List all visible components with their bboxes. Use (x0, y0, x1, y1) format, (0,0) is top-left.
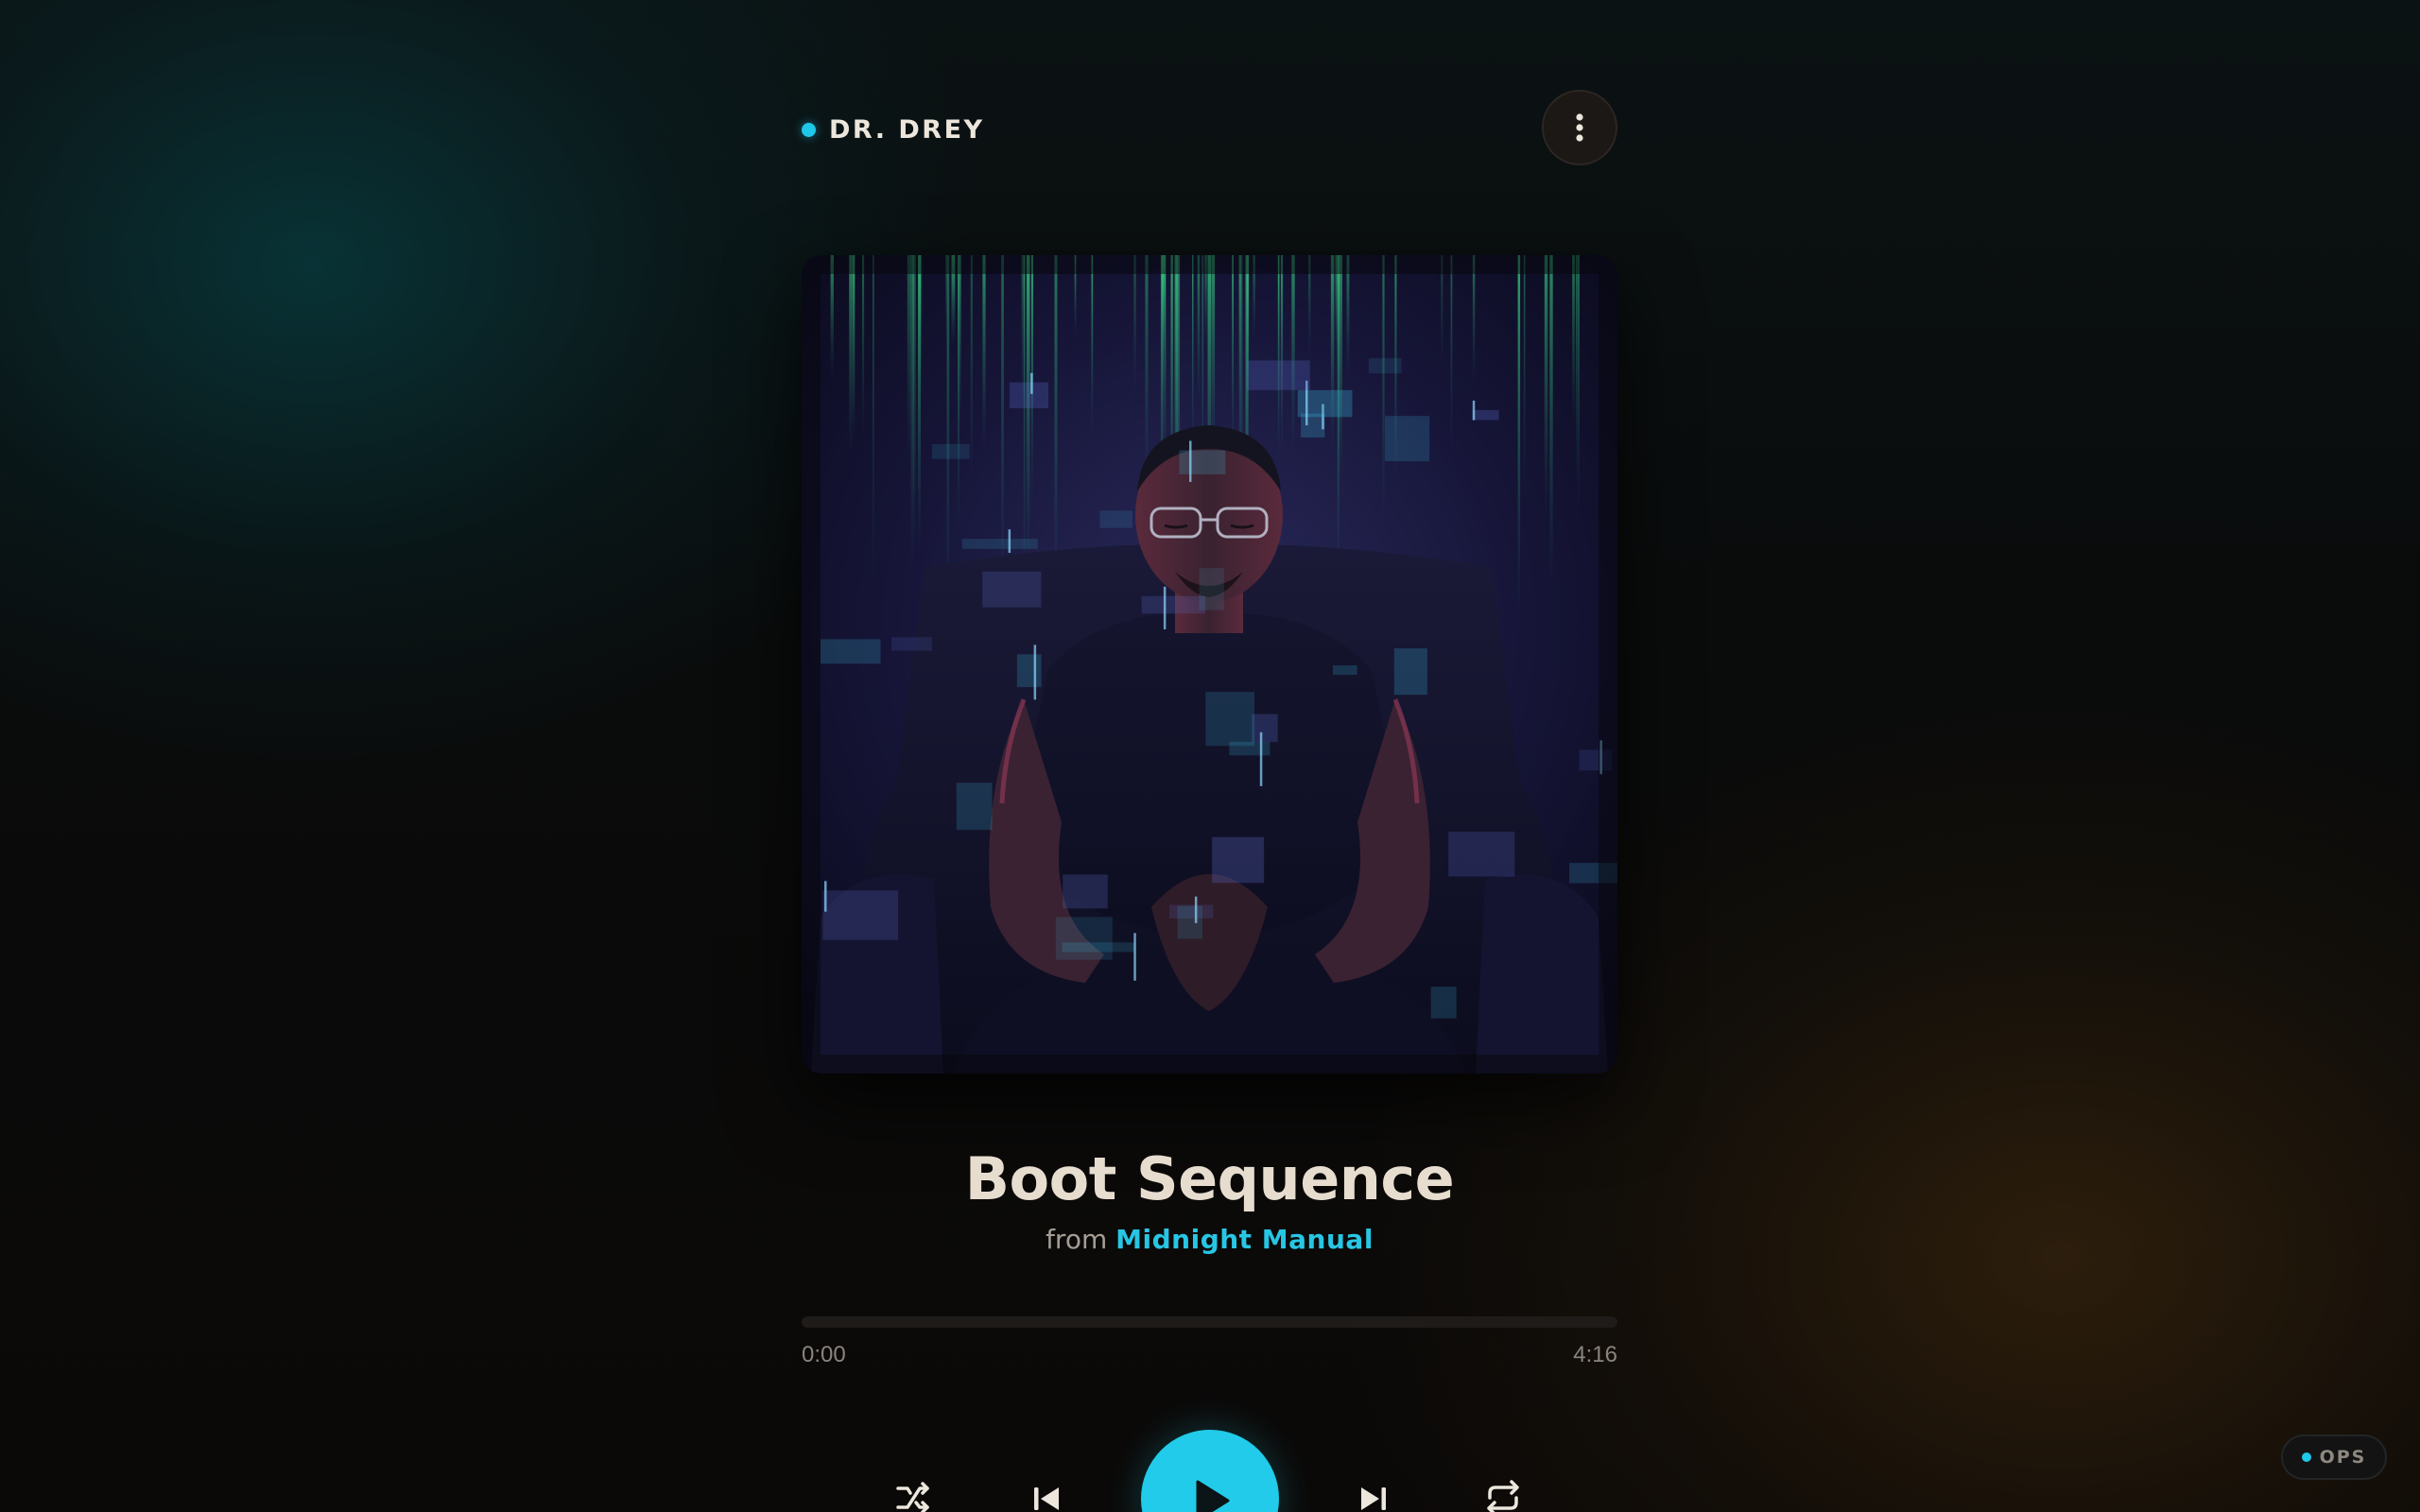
album-link[interactable]: Midnight Manual (1115, 1224, 1374, 1255)
track-subtitle: from Midnight Manual (802, 1221, 1617, 1259)
next-button[interactable] (1355, 1480, 1392, 1512)
total-time: 4:16 (1573, 1342, 1617, 1367)
play-button[interactable] (1141, 1430, 1279, 1512)
status-dot-icon (2301, 1452, 2311, 1462)
current-time: 0:00 (802, 1342, 846, 1367)
skip-previous-icon (1034, 1487, 1059, 1510)
shuffle-icon (896, 1482, 929, 1512)
album-artwork (802, 255, 1617, 1074)
artist-name: DR. DREY (829, 114, 985, 145)
status-dot-icon (802, 122, 816, 137)
progress-bar[interactable] (802, 1316, 1617, 1328)
more-vertical-icon (1576, 113, 1583, 142)
ops-label: OPS (2319, 1447, 2367, 1468)
track-title: Boot Sequence (964, 1144, 1455, 1213)
repeat-icon (1487, 1480, 1519, 1512)
skip-next-icon (1361, 1487, 1386, 1510)
player-header: DR. DREY (802, 90, 1617, 167)
from-label: from (1046, 1224, 1108, 1255)
player-page: DR. DREY Boot Sequence from Midnight Man… (0, 0, 2420, 1512)
album-cover-image (802, 255, 1617, 1074)
play-icon (1196, 1480, 1230, 1512)
ops-badge[interactable]: OPS (2281, 1435, 2387, 1480)
artist-brand: DR. DREY (802, 112, 985, 146)
previous-button[interactable] (1028, 1480, 1065, 1512)
player-column: DR. DREY Boot Sequence from Midnight Man… (802, 0, 1617, 1512)
shuffle-button[interactable] (892, 1477, 934, 1512)
repeat-button[interactable] (1481, 1476, 1525, 1512)
more-options-button[interactable] (1542, 90, 1617, 165)
